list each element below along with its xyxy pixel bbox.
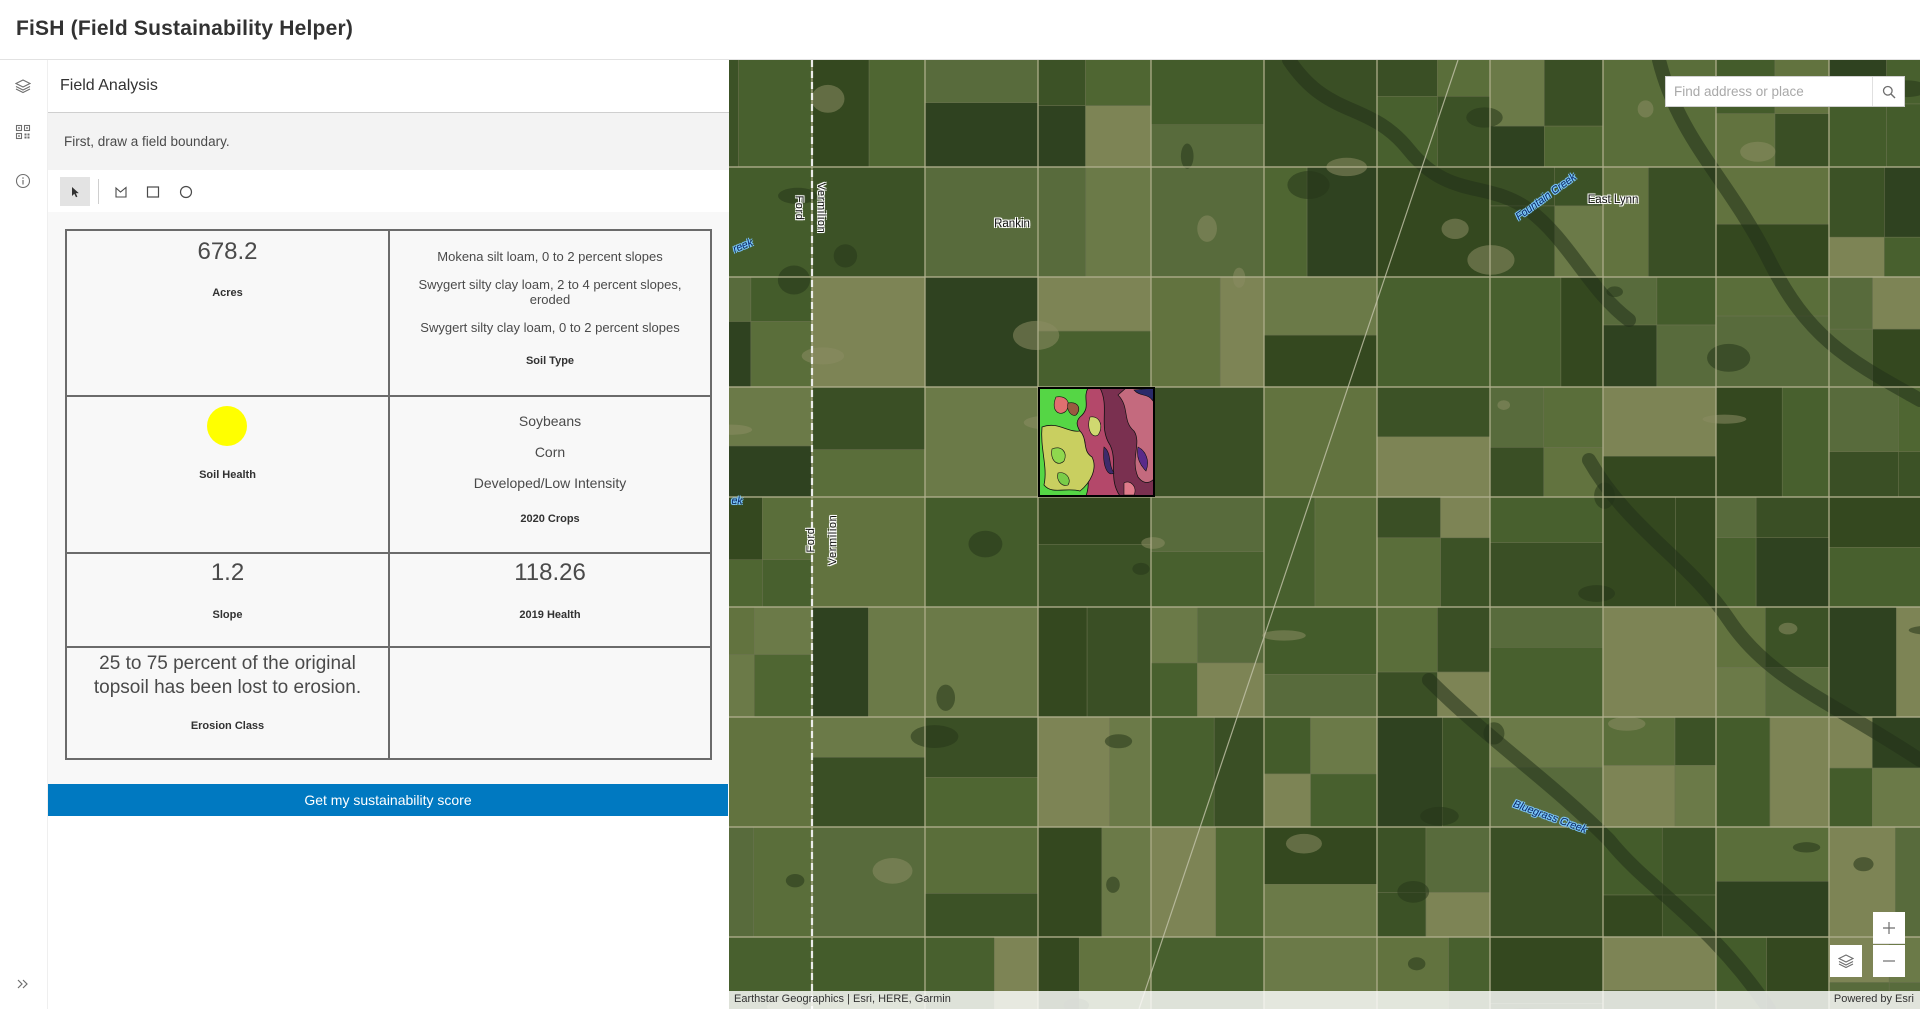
panel-header: Field Analysis bbox=[48, 60, 729, 113]
select-cursor-icon[interactable] bbox=[60, 177, 90, 206]
acres-value: 678.2 bbox=[197, 238, 258, 265]
layers-icon[interactable] bbox=[11, 74, 35, 98]
soil-type-item: Swygert silty clay loam, 2 to 4 percent … bbox=[418, 277, 682, 307]
analysis-results-grid: 678.2 Acres Mokena silt loam, 0 to 2 per… bbox=[65, 229, 712, 760]
health-2019-cell: 118.26 2019 Health bbox=[390, 554, 710, 646]
field-boundary-polygon[interactable] bbox=[1038, 387, 1155, 497]
basemap-toggle-button[interactable] bbox=[1830, 945, 1862, 977]
results-area: 678.2 Acres Mokena silt loam, 0 to 2 per… bbox=[48, 212, 729, 784]
app-header: FiSH (Field Sustainability Helper) bbox=[0, 0, 1920, 60]
soil-type-item: Swygert silty clay loam, 0 to 2 percent … bbox=[420, 320, 680, 335]
soil-health-cell: Soil Health bbox=[67, 397, 388, 552]
search-input[interactable] bbox=[1666, 77, 1872, 106]
widget-sidebar bbox=[0, 60, 48, 1009]
field-analysis-panel: Field Analysis First, draw a field bound… bbox=[48, 60, 729, 1009]
soil-type-item: Mokena silt loam, 0 to 2 percent slopes bbox=[437, 249, 663, 264]
crops-cell: Soybeans Corn Developed/Low Intensity 20… bbox=[390, 397, 710, 552]
instruction-row: First, draw a field boundary. bbox=[48, 113, 729, 170]
get-sustainability-score-button[interactable]: Get my sustainability score bbox=[48, 784, 728, 816]
acres-cell: 678.2 Acres bbox=[67, 231, 388, 395]
search-widget bbox=[1665, 76, 1905, 107]
panel-title: Field Analysis bbox=[60, 77, 158, 94]
powered-by-esri-link[interactable]: Powered by Esri bbox=[1834, 993, 1914, 1005]
town-label-east-lynn: East Lynn bbox=[1587, 194, 1639, 206]
rectangle-icon[interactable] bbox=[138, 177, 168, 206]
empty-cell bbox=[390, 648, 710, 758]
slope-value: 1.2 bbox=[210, 559, 245, 586]
creek-label-partial: ek bbox=[731, 495, 743, 507]
plus-icon bbox=[1883, 921, 1895, 934]
sketch-toolbar bbox=[48, 170, 729, 212]
crop-item: Corn bbox=[534, 444, 566, 460]
polygon-icon[interactable] bbox=[106, 177, 136, 206]
double-chevron-right-icon[interactable] bbox=[11, 972, 35, 996]
acres-label: Acres bbox=[212, 287, 243, 299]
circle-icon[interactable] bbox=[171, 177, 201, 206]
search-icon[interactable] bbox=[1872, 77, 1904, 106]
soil-health-label: Soil Health bbox=[199, 469, 256, 481]
crops-label: 2020 Crops bbox=[520, 513, 580, 525]
layers-icon bbox=[1838, 954, 1854, 969]
app-title: FiSH (Field Sustainability Helper) bbox=[16, 17, 354, 40]
slope-label: Slope bbox=[212, 609, 243, 621]
crop-item: Soybeans bbox=[518, 413, 582, 429]
attribution-bar: Earthstar Geographics | Esri, HERE, Garm… bbox=[729, 991, 1920, 1009]
slope-cell: 1.2 Slope bbox=[67, 554, 388, 646]
minus-icon bbox=[1883, 960, 1895, 962]
satellite-imagery bbox=[729, 60, 1920, 1009]
road-label-ford: Ford bbox=[793, 195, 805, 221]
road-label-ford: Ford bbox=[805, 527, 817, 553]
health-2019-value: 118.26 bbox=[514, 559, 586, 586]
road-label-vermilion: Vermilion bbox=[827, 514, 839, 566]
crop-item: Developed/Low Intensity bbox=[473, 475, 627, 491]
soil-type-label: Soil Type bbox=[525, 355, 575, 367]
zoom-out-button[interactable] bbox=[1873, 945, 1905, 977]
erosion-class-label: Erosion Class bbox=[190, 720, 265, 732]
soil-health-indicator bbox=[207, 406, 247, 446]
instruction-text: First, draw a field boundary. bbox=[64, 134, 230, 149]
town-label-rankin: Rankin bbox=[994, 218, 1030, 230]
erosion-class-cell: 25 to 75 percent of the original topsoil… bbox=[67, 648, 388, 758]
map-view[interactable]: Rankin East Lynn Fountain Creek Bluegras… bbox=[729, 60, 1920, 1009]
soil-type-cell: Mokena silt loam, 0 to 2 percent slopes … bbox=[390, 231, 710, 395]
widgets-grid-icon[interactable] bbox=[11, 120, 35, 144]
info-icon[interactable] bbox=[11, 169, 35, 193]
toolbar-divider bbox=[98, 179, 99, 204]
erosion-class-value: 25 to 75 percent of the original topsoil… bbox=[93, 653, 362, 698]
road-label-vermilion: Vermilion bbox=[815, 182, 827, 234]
attribution-text[interactable]: Earthstar Geographics | Esri, HERE, Garm… bbox=[734, 993, 951, 1005]
zoom-in-button[interactable] bbox=[1873, 912, 1905, 944]
health-2019-label: 2019 Health bbox=[519, 609, 581, 621]
